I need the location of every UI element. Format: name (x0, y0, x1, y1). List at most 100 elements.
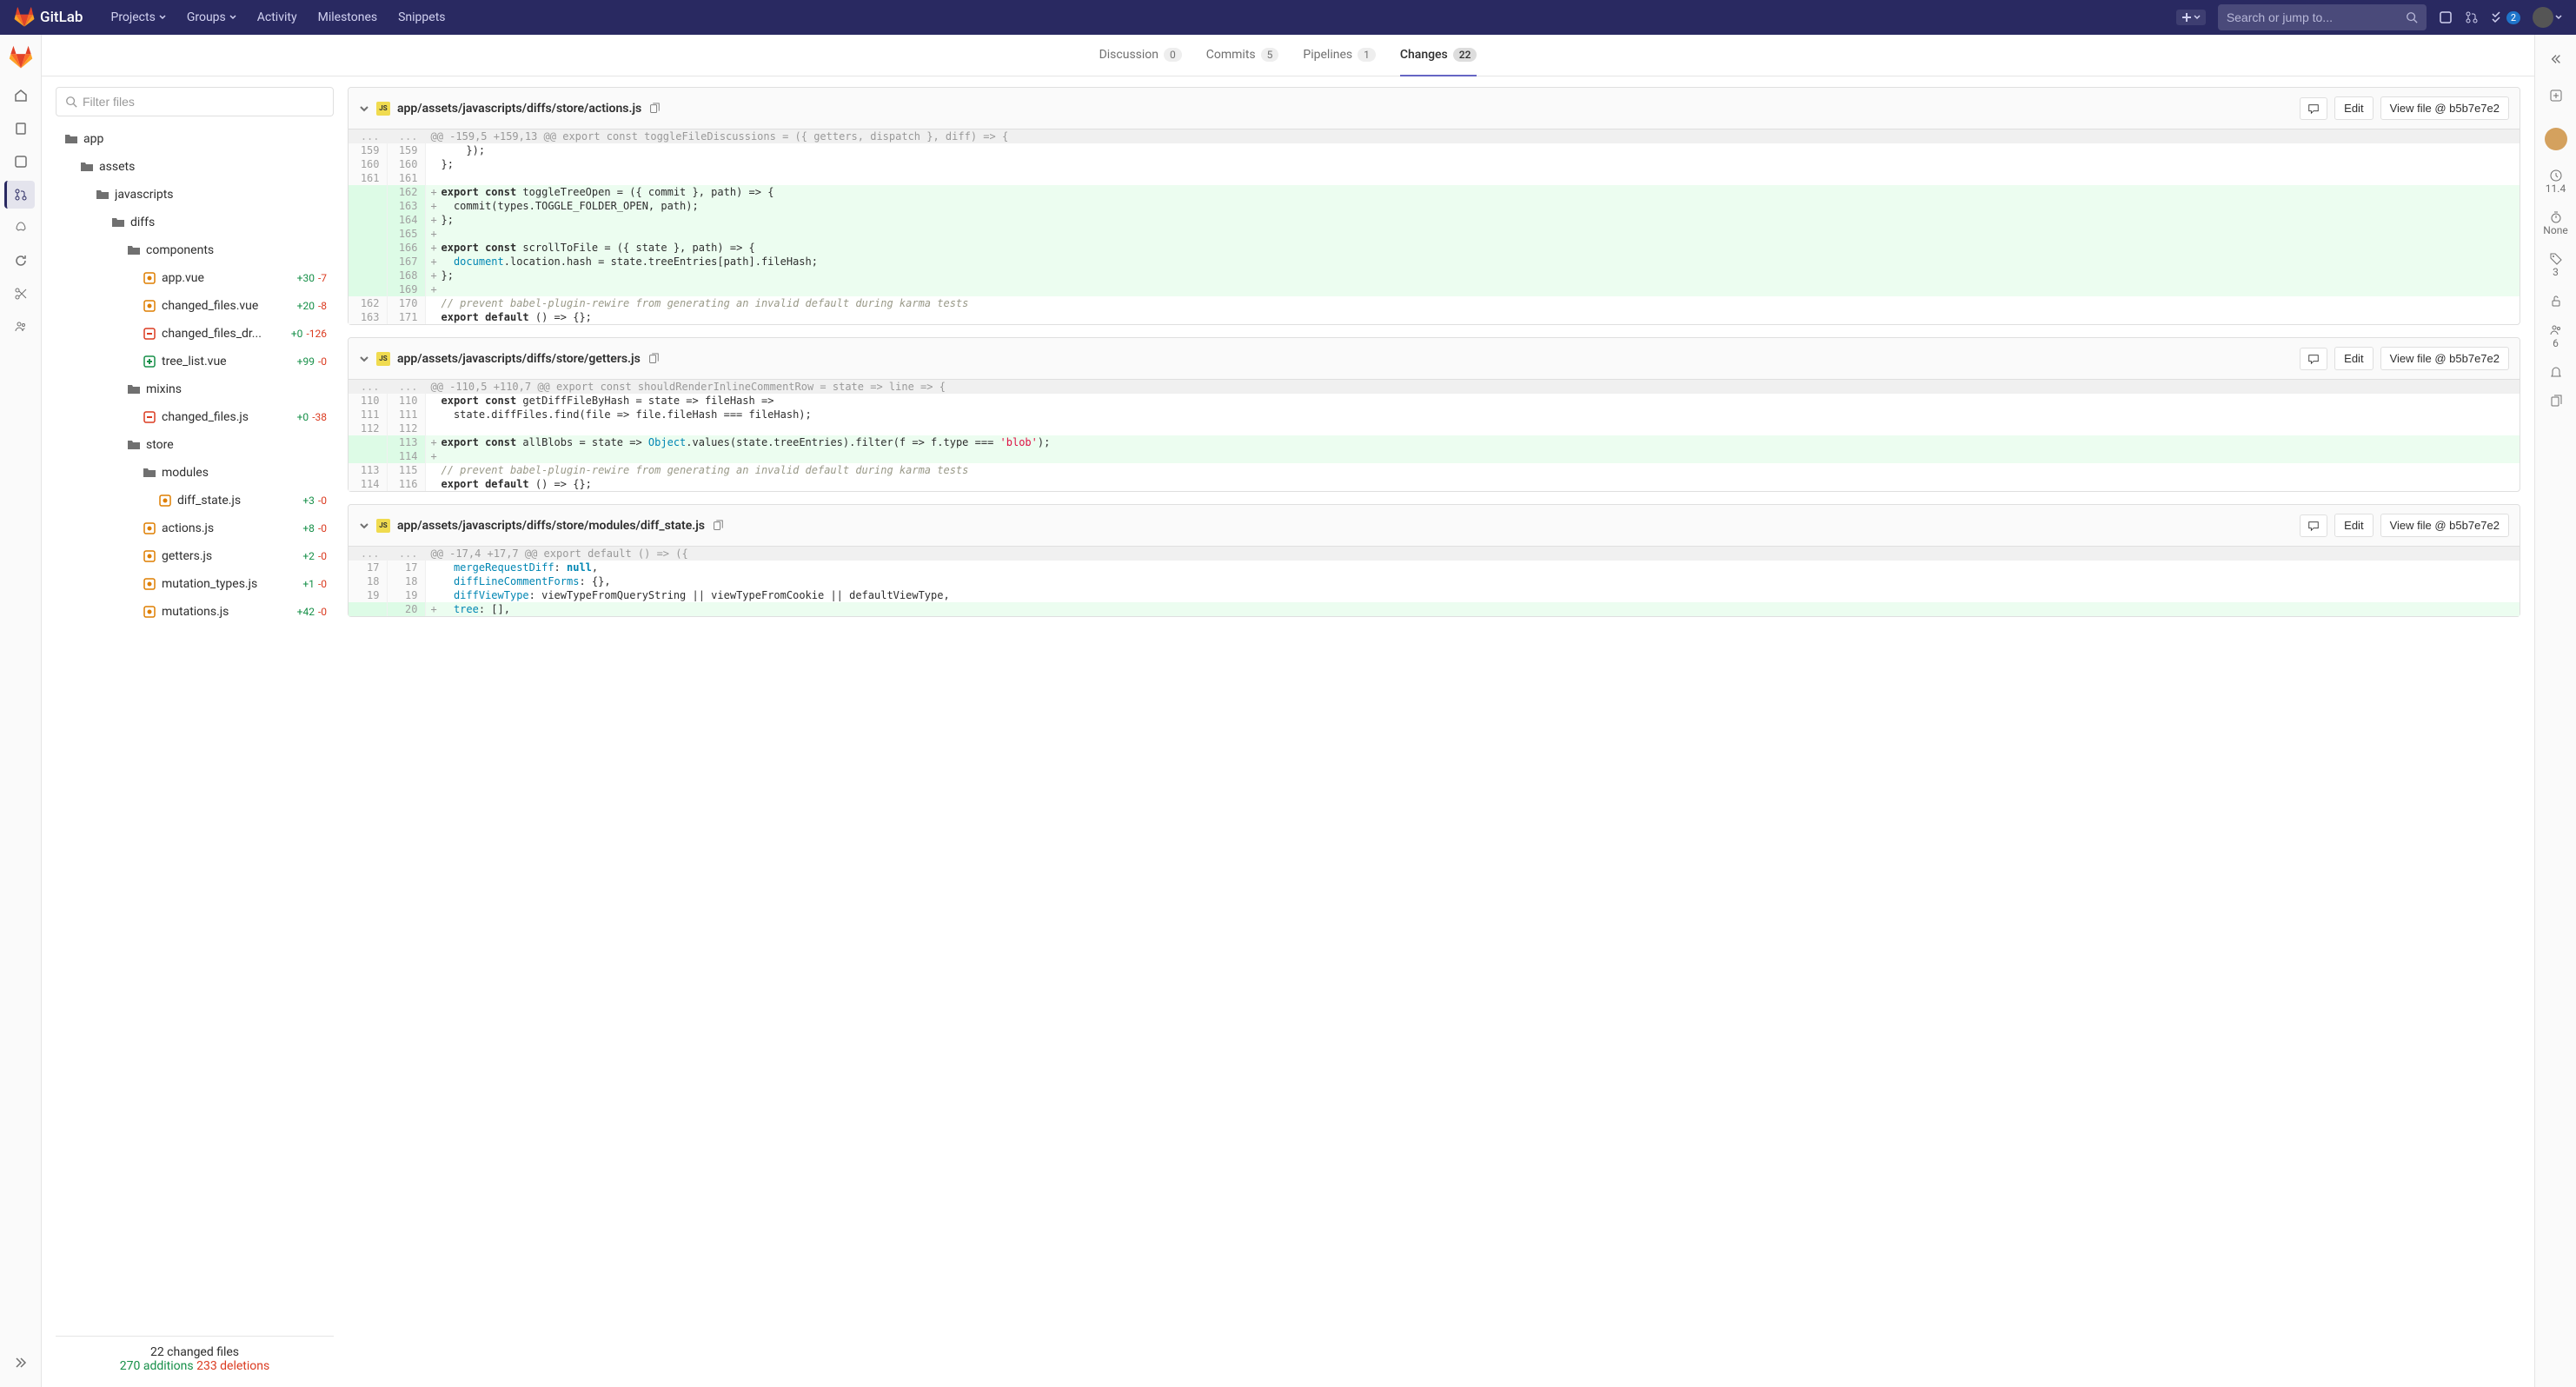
new-dropdown[interactable] (2176, 10, 2206, 25)
main-content: Discussion0 Commits5 Pipelines1 Changes2… (42, 35, 2534, 1387)
nav-projects[interactable]: Projects (100, 0, 176, 35)
file-modified-icon (143, 521, 156, 535)
sidebar-ci[interactable] (7, 214, 35, 242)
chevron-down-icon[interactable] (359, 354, 369, 364)
chevron-down-icon (2555, 14, 2562, 21)
sidebar-snippets[interactable] (7, 280, 35, 308)
edit-button[interactable]: Edit (2334, 96, 2373, 120)
notifications-widget[interactable] (2549, 365, 2563, 379)
reference-widget[interactable] (2549, 395, 2563, 408)
tree-folder[interactable]: app (56, 125, 334, 153)
view-file-button[interactable]: View file @ b5b7e7e2 (2380, 514, 2509, 537)
cycle-icon (14, 254, 28, 268)
view-file-button[interactable]: View file @ b5b7e7e2 (2380, 347, 2509, 370)
search-icon (65, 96, 77, 108)
diff-content: ......@@ -17,4 +17,7 @@ export default (… (349, 547, 2520, 616)
file-path: app/assets/javascripts/diffs/store/actio… (397, 102, 641, 116)
diff-file-header: JS app/assets/javascripts/diffs/store/mo… (349, 505, 2520, 547)
folder-icon (143, 466, 156, 480)
home-icon (14, 89, 28, 103)
filter-files-box[interactable] (56, 87, 334, 116)
tab-pipelines[interactable]: Pipelines1 (1303, 35, 1375, 76)
labels-widget[interactable]: 3 (2549, 252, 2563, 278)
toggle-comments-button[interactable] (2300, 514, 2327, 537)
sidebar-operations[interactable] (7, 247, 35, 275)
add-todo-button[interactable] (2542, 82, 2570, 110)
gitlab-logo[interactable]: GitLab (14, 7, 83, 28)
sidebar-repository[interactable] (7, 115, 35, 143)
tree-file[interactable]: getters.js+2-0 (56, 542, 334, 570)
plus-square-icon (2549, 89, 2563, 103)
merge-requests-link[interactable] (2465, 10, 2479, 24)
nav-milestones[interactable]: Milestones (308, 0, 388, 35)
tree-file[interactable]: changed_files_dr...+0-126 (56, 320, 334, 348)
sidebar-overview[interactable] (7, 82, 35, 110)
todos-icon (2491, 10, 2505, 24)
tree-file[interactable]: changed_files.js+0-38 (56, 403, 334, 431)
copy-icon[interactable] (712, 520, 724, 532)
sidebar-collapse[interactable] (7, 1349, 35, 1377)
folder-icon (80, 160, 94, 174)
tab-changes[interactable]: Changes22 (1400, 35, 1477, 76)
merge-request-icon (2465, 10, 2479, 24)
tree-file[interactable]: tree_list.vue+99-0 (56, 348, 334, 375)
tree-file[interactable]: app.vue+30-7 (56, 264, 334, 292)
chevron-double-left-icon (2550, 53, 2562, 65)
tree-folder[interactable]: modules (56, 459, 334, 487)
lock-widget[interactable] (2549, 294, 2563, 308)
nav-groups[interactable]: Groups (176, 0, 247, 35)
view-file-button[interactable]: View file @ b5b7e7e2 (2380, 96, 2509, 120)
assignee-button[interactable] (2542, 125, 2570, 153)
tree-folder[interactable]: mixins (56, 375, 334, 403)
chevron-down-icon[interactable] (359, 521, 369, 531)
todos-count: 2 (2506, 11, 2520, 24)
nav-activity[interactable]: Activity (247, 0, 308, 35)
chevron-down-icon[interactable] (359, 103, 369, 114)
tree-file[interactable]: mutations.js+42-0 (56, 598, 334, 626)
search-input[interactable] (2227, 10, 2406, 24)
file-path: app/assets/javascripts/diffs/store/modul… (397, 519, 705, 533)
tree-folder[interactable]: components (56, 236, 334, 264)
sidebar-merge-requests[interactable] (4, 181, 35, 209)
user-menu[interactable] (2533, 7, 2562, 28)
tree-file[interactable]: changed_files.vue+20-8 (56, 292, 334, 320)
edit-button[interactable]: Edit (2334, 347, 2373, 370)
brand-text: GitLab (40, 9, 83, 26)
tree-file[interactable]: actions.js+8-0 (56, 514, 334, 542)
tree-file[interactable]: mutation_types.js+1-0 (56, 570, 334, 598)
global-search[interactable] (2218, 4, 2427, 30)
copy-icon[interactable] (648, 103, 661, 115)
milestone-widget[interactable]: 11.4 (2546, 169, 2566, 195)
top-navbar: GitLab Projects Groups Activity Mileston… (0, 0, 2576, 35)
sidebar-expand[interactable] (2542, 45, 2570, 73)
issues-link[interactable] (2439, 10, 2453, 24)
file-deleted-icon (143, 410, 156, 424)
tree-folder[interactable]: store (56, 431, 334, 459)
users-icon (2549, 323, 2563, 337)
time-tracking-widget[interactable]: None (2543, 210, 2567, 236)
project-avatar-icon[interactable] (9, 45, 33, 70)
copy-icon[interactable] (647, 353, 660, 365)
filter-input[interactable] (83, 95, 324, 109)
participants-widget[interactable]: 6 (2549, 323, 2563, 349)
tree-folder[interactable]: assets (56, 153, 334, 181)
scissors-icon (14, 287, 28, 301)
edit-button[interactable]: Edit (2334, 514, 2373, 537)
tab-discussion[interactable]: Discussion0 (1099, 35, 1182, 76)
tree-folder[interactable]: diffs (56, 209, 334, 236)
file-modified-icon (143, 549, 156, 563)
diff-content: ......@@ -110,5 +110,7 @@ export const s… (349, 380, 2520, 491)
folder-icon (127, 438, 141, 452)
nav-snippets[interactable]: Snippets (388, 0, 455, 35)
tab-commits[interactable]: Commits5 (1206, 35, 1279, 76)
sidebar-issues[interactable] (7, 148, 35, 176)
lock-open-icon (2549, 294, 2563, 308)
sidebar-members[interactable] (7, 313, 35, 341)
toggle-comments-button[interactable] (2300, 348, 2327, 370)
diff-file: JS app/assets/javascripts/diffs/store/ac… (348, 87, 2520, 325)
todos-link[interactable]: 2 (2491, 10, 2520, 24)
tree-file[interactable]: diff_state.js+3-0 (56, 487, 334, 514)
issue-sidebar: 11.4 None 3 6 (2534, 35, 2576, 1387)
tree-folder[interactable]: javascripts (56, 181, 334, 209)
toggle-comments-button[interactable] (2300, 97, 2327, 120)
